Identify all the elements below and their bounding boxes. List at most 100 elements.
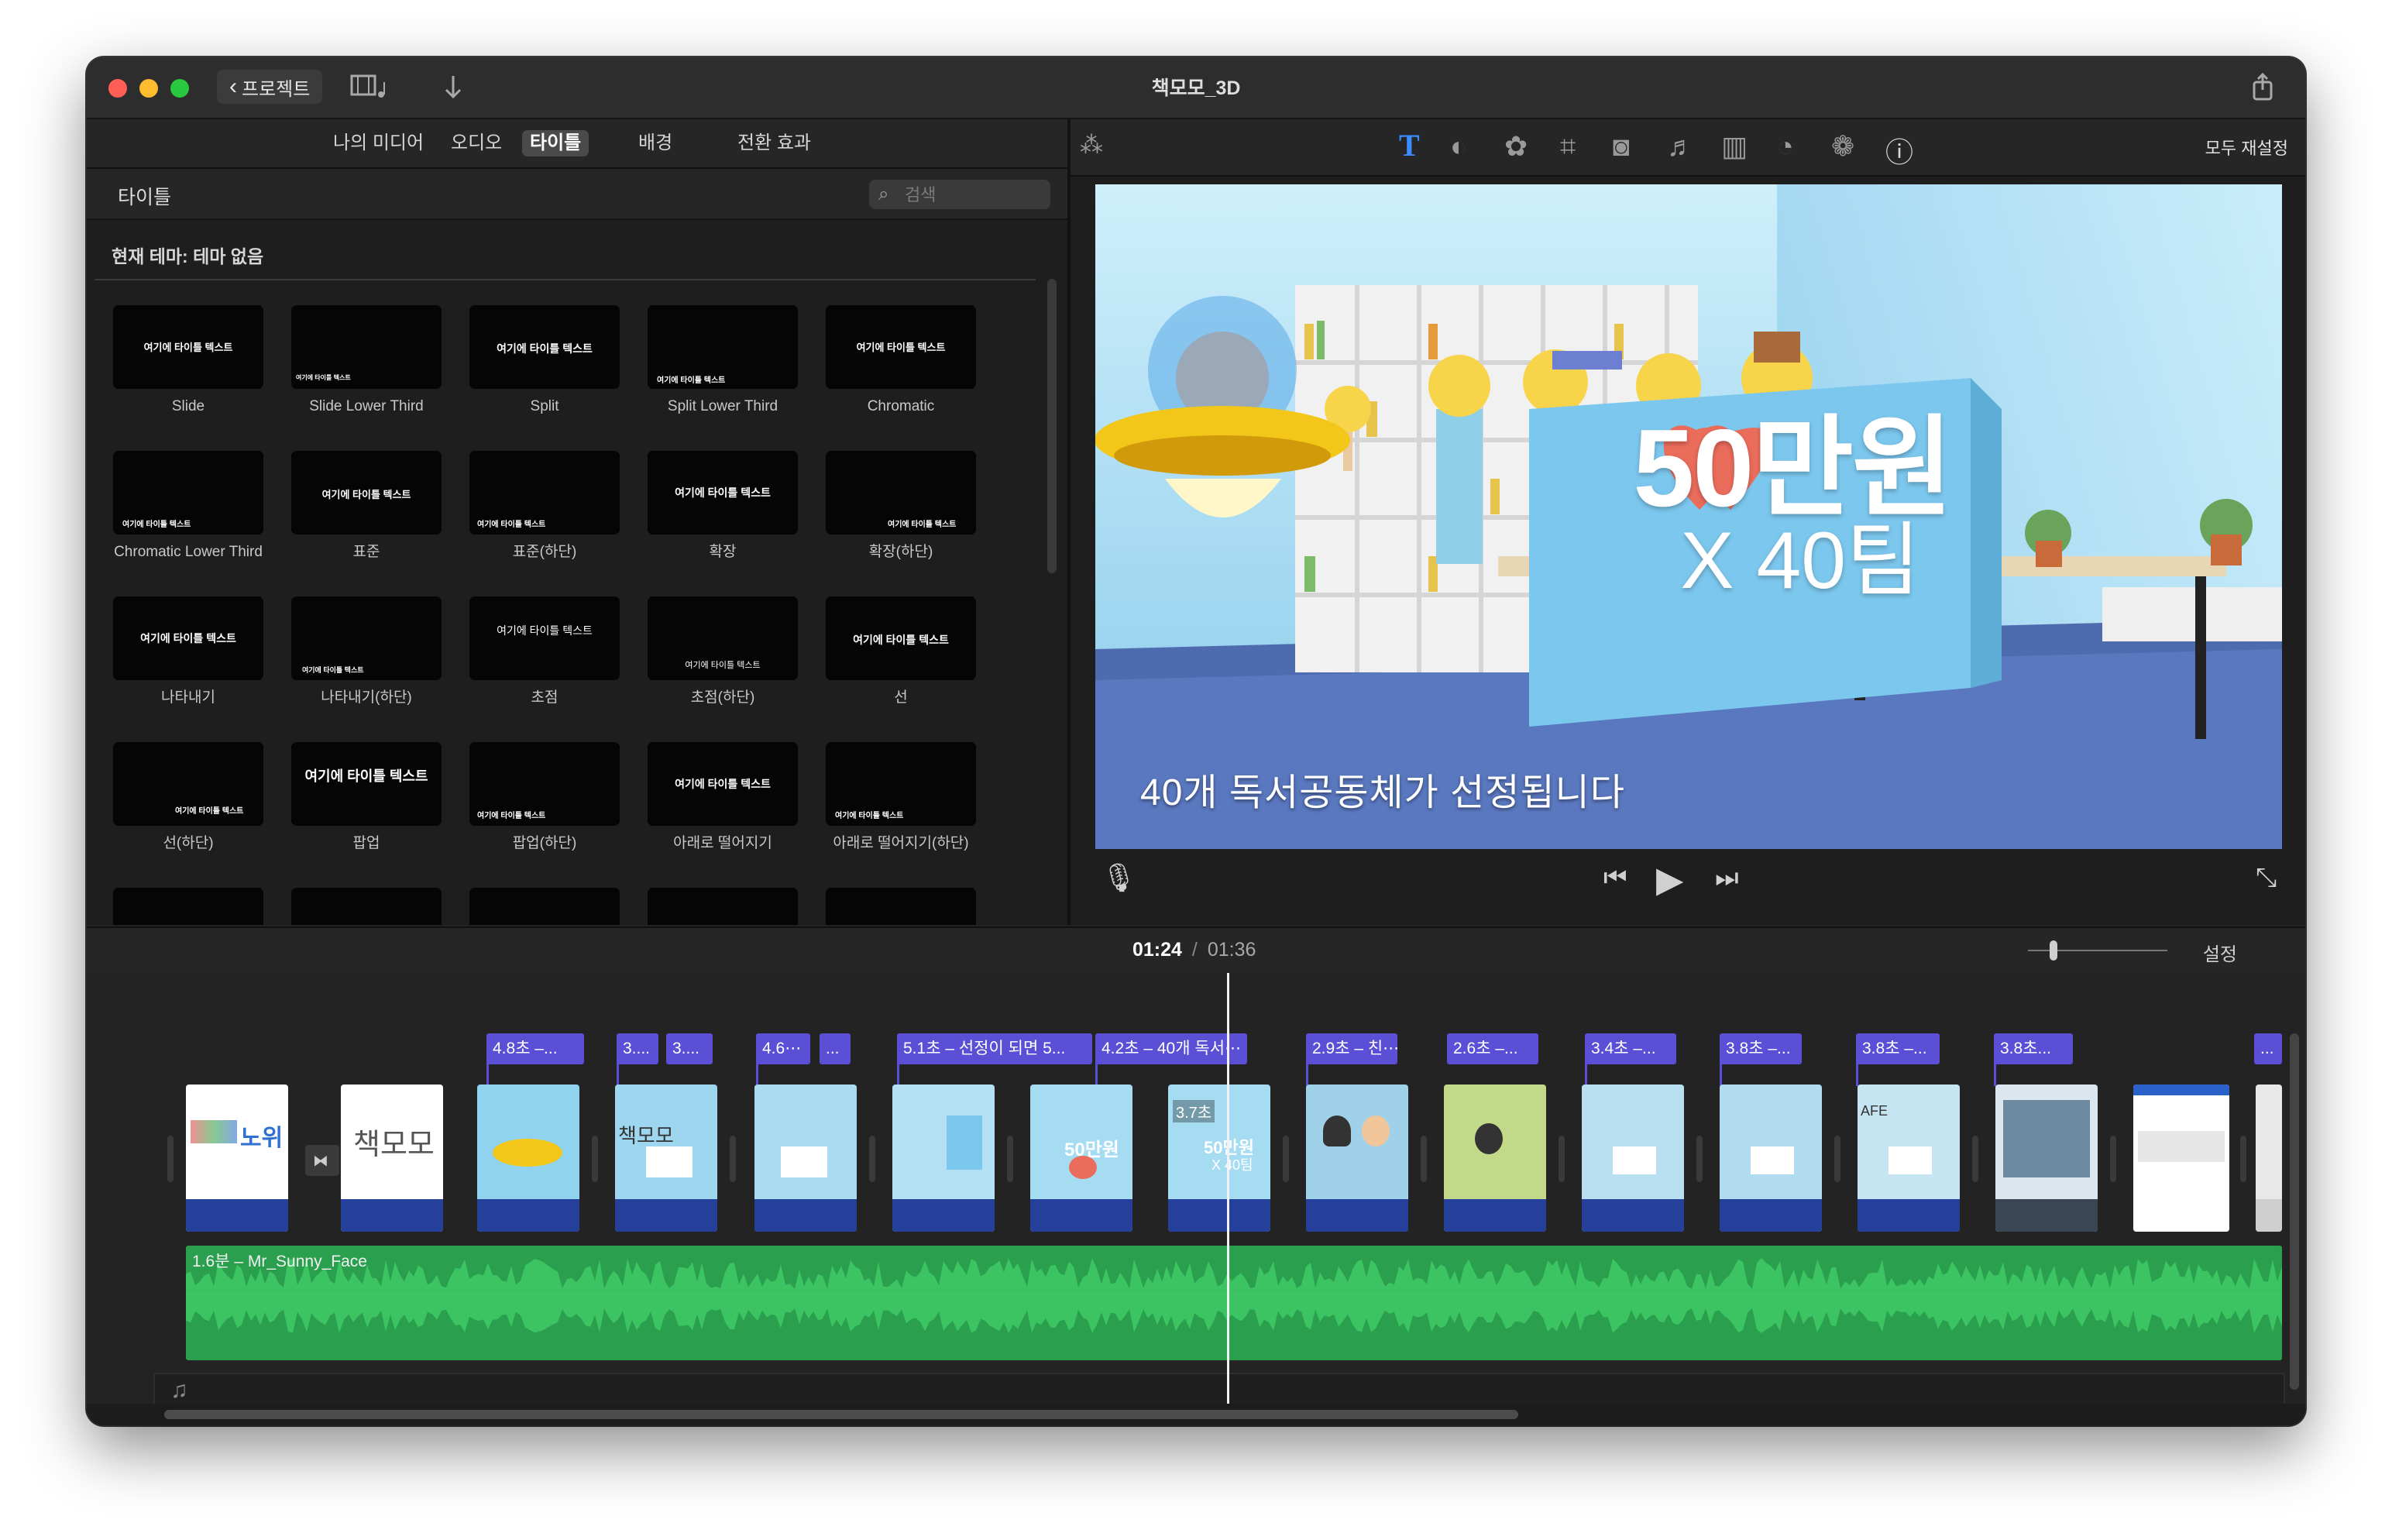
clip-trim-handle[interactable]	[2110, 1136, 2116, 1182]
title-card-chromatic[interactable]: 여기에 타이틀 텍스트 Chromatic	[826, 305, 976, 415]
zoom-knob[interactable]	[2050, 940, 2057, 961]
crop-icon[interactable]: ⌗	[1560, 130, 1576, 163]
title-card-line[interactable]: 여기에 타이틀 텍스트 선	[826, 596, 976, 706]
video-clip[interactable]: 50만원	[1030, 1085, 1132, 1232]
clip-trim-handle[interactable]	[869, 1136, 875, 1182]
title-card-partial[interactable]	[648, 888, 798, 925]
title-card-standard[interactable]: 여기에 타이틀 텍스트 표준	[291, 451, 442, 561]
title-card-chromatic-lower-third[interactable]: 여기에 타이틀 텍스트 Chromatic Lower Third	[113, 451, 263, 561]
tab-backgrounds[interactable]: 배경	[631, 130, 680, 156]
clip-trim-handle[interactable]	[1007, 1136, 1013, 1182]
video-clip[interactable]	[2256, 1085, 2282, 1232]
clip-trim-handle[interactable]	[1421, 1136, 1427, 1182]
title-card-partial[interactable]	[291, 888, 442, 925]
clip-trim-handle[interactable]	[1834, 1136, 1840, 1182]
fullscreen-icon[interactable]: ⤡	[2256, 863, 2277, 893]
transition-icon[interactable]: ⧓	[305, 1145, 339, 1176]
timeline-vertical-scrollbar[interactable]	[2290, 1033, 2299, 1390]
skip-back-icon[interactable]: ⏮︎	[1603, 863, 1627, 893]
video-clip[interactable]: AFE	[1858, 1085, 1960, 1232]
video-clip[interactable]	[892, 1085, 995, 1232]
tab-transitions[interactable]: 전환 효과	[730, 130, 819, 156]
timeline[interactable]: 4.8초 –... 3.... 3.... 4.6⋯ ... 5.1초 – 선정…	[87, 973, 2305, 1425]
search-input[interactable]	[903, 183, 1046, 208]
video-clip[interactable]	[477, 1085, 579, 1232]
clip-trim-handle[interactable]	[1696, 1136, 1703, 1182]
reset-all-button[interactable]: 모두 재설정	[2205, 135, 2288, 160]
video-clip[interactable]: 책모모	[615, 1085, 717, 1232]
tab-my-media[interactable]: 나의 미디어	[325, 130, 431, 156]
tab-audio[interactable]: 오디오	[443, 130, 510, 156]
title-card-standard-lower[interactable]: 여기에 타이틀 텍스트 표준(하단)	[469, 451, 620, 561]
timeline-zoom-slider[interactable]	[2028, 940, 2167, 961]
title-card-split[interactable]: 여기에 타이틀 텍스트 Split	[469, 305, 620, 415]
title-card-line-lower[interactable]: 여기에 타이틀 텍스트 선(하단)	[113, 742, 263, 852]
title-card-focus-lower[interactable]: 여기에 타이틀 텍스트 초점(하단)	[648, 596, 798, 706]
title-clip[interactable]: 3....	[666, 1033, 713, 1064]
video-clip[interactable]	[1582, 1085, 1684, 1232]
title-card-partial[interactable]	[469, 888, 620, 925]
playhead[interactable]	[1227, 973, 1229, 1404]
title-clip[interactable]: 2.9초 – 친⋯	[1306, 1033, 1397, 1064]
title-card-partial[interactable]	[826, 888, 976, 925]
video-clip[interactable]	[1444, 1085, 1546, 1232]
speed-gauge-icon[interactable]: ◔	[1777, 130, 1794, 163]
tab-titles[interactable]: 타이틀	[522, 130, 589, 156]
color-palette-icon[interactable]: ✿	[1504, 130, 1528, 163]
video-clip[interactable]	[1995, 1085, 2098, 1232]
color-balance-icon[interactable]: ◐	[1450, 130, 1467, 163]
title-clip[interactable]: 5.1초 – 선정이 되면 5...	[897, 1033, 1092, 1064]
skip-forward-icon[interactable]: ⏭︎	[1715, 863, 1739, 893]
video-clip[interactable]: 3.7초 50만원 X 40팀	[1168, 1085, 1270, 1232]
clip-trim-handle[interactable]	[2240, 1136, 2246, 1182]
play-icon[interactable]: ▶	[1656, 858, 1683, 900]
title-clip[interactable]: 4.8초 –...	[486, 1033, 584, 1064]
horizontal-scroll-thumb[interactable]	[164, 1410, 1518, 1419]
volume-icon[interactable]: ♬	[1667, 130, 1695, 163]
magic-wand-icon[interactable]: ⁂	[1080, 132, 1103, 159]
info-icon[interactable]: ⓘ	[1885, 130, 1913, 170]
timeline-horizontal-scrollbar[interactable]	[87, 1404, 2305, 1425]
title-card-split-lower-third[interactable]: 여기에 타이틀 텍스트 Split Lower Third	[648, 305, 798, 415]
title-clip[interactable]: 3.4초 –...	[1585, 1033, 1676, 1064]
video-clip[interactable]	[1720, 1085, 1822, 1232]
stabilization-camera-icon[interactable]: ◙	[1613, 130, 1630, 163]
title-card-expand[interactable]: 여기에 타이틀 텍스트 확장	[648, 451, 798, 561]
clip-trim-handle[interactable]	[592, 1136, 598, 1182]
clip-filter-icon[interactable]: ❁	[1831, 130, 1854, 163]
title-clip[interactable]: 3.8초...	[1994, 1033, 2073, 1064]
title-card-reveal-lower[interactable]: 여기에 타이틀 텍스트 나타내기(하단)	[291, 596, 442, 706]
title-card-partial[interactable]	[113, 888, 263, 925]
title-tool-icon[interactable]: T	[1399, 127, 1420, 163]
video-clip[interactable]: 노위	[186, 1085, 288, 1232]
timeline-settings-button[interactable]: 설정	[2203, 939, 2237, 966]
title-clip[interactable]: 3....	[617, 1033, 658, 1064]
video-clip[interactable]	[754, 1085, 857, 1232]
clip-trim-handle[interactable]	[1283, 1136, 1289, 1182]
title-clip[interactable]: ...	[820, 1033, 851, 1064]
title-card-drop-lower[interactable]: 여기에 타이틀 텍스트 아래로 떨어지기(하단)	[826, 742, 976, 852]
video-clip[interactable]: 책모모	[341, 1085, 443, 1232]
title-card-popup-lower[interactable]: 여기에 타이틀 텍스트 팝업(하단)	[469, 742, 620, 852]
title-clip[interactable]: 4.6⋯	[756, 1033, 810, 1064]
video-viewer[interactable]: 50만원 X 40팀 40개 독서공동체가 선정됩니다	[1095, 184, 2282, 849]
browser-scrollbar[interactable]	[1047, 279, 1057, 573]
title-card-popup[interactable]: 여기에 타이틀 텍스트 팝업	[291, 742, 442, 852]
clip-trim-handle[interactable]	[730, 1136, 736, 1182]
title-clip[interactable]: ...	[2254, 1033, 2282, 1064]
title-card-slide[interactable]: 여기에 타이틀 텍스트 Slide	[113, 305, 263, 415]
video-clip[interactable]	[1306, 1085, 1408, 1232]
microphone-icon[interactable]: 🎙︎	[1101, 861, 1137, 894]
title-clip[interactable]: 2.6초 –...	[1447, 1033, 1538, 1064]
title-clip[interactable]: 4.2초 – 40개 독서⋯	[1095, 1033, 1247, 1064]
title-card-drop[interactable]: 여기에 타이틀 텍스트 아래로 떨어지기	[648, 742, 798, 852]
title-card-focus[interactable]: 여기에 타이틀 텍스트 초점	[469, 596, 620, 706]
clip-trim-handle[interactable]	[1559, 1136, 1565, 1182]
title-clip[interactable]: 3.8초 –...	[1856, 1033, 1940, 1064]
share-icon[interactable]	[2251, 71, 2274, 108]
title-clip[interactable]: 3.8초 –...	[1720, 1033, 1802, 1064]
equalizer-icon[interactable]: ▥	[1721, 130, 1748, 163]
title-card-reveal[interactable]: 여기에 타이틀 텍스트 나타내기	[113, 596, 263, 706]
audio-track[interactable]: 1.6분 – Mr_Sunny_Face	[186, 1246, 2282, 1360]
title-card-slide-lower-third[interactable]: 여기에 타이틀 텍스트 Slide Lower Third	[291, 305, 442, 415]
